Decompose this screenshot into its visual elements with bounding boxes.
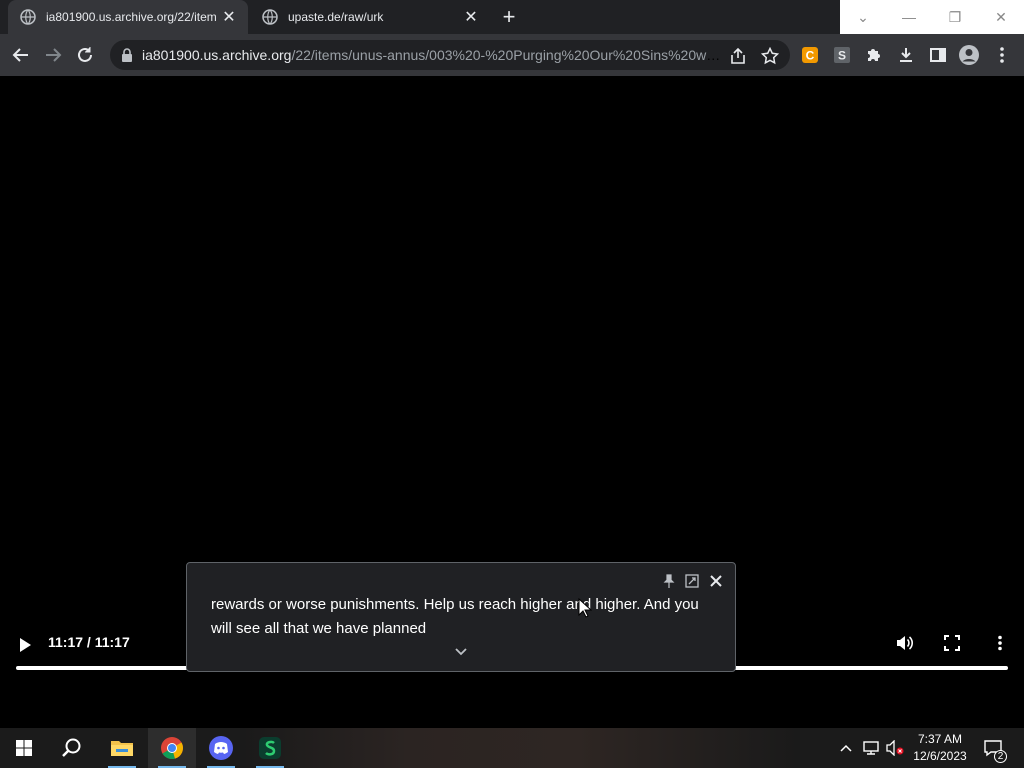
more-vert-icon	[998, 635, 1002, 651]
fullscreen-button[interactable]	[937, 628, 967, 658]
tab-upaste[interactable]: upaste.de/raw/urk ✕	[250, 0, 490, 34]
globe-icon	[262, 9, 278, 25]
expand-icon[interactable]	[684, 573, 700, 589]
profile-avatar[interactable]	[958, 44, 980, 66]
chrome-icon	[161, 737, 183, 760]
chrome-taskbar-button[interactable]	[148, 728, 196, 768]
window-controls: ⌄ — ❐ ✕	[840, 0, 1024, 34]
address-bar[interactable]: ia801900.us.archive.org/22/items/unus-an…	[110, 40, 790, 70]
bookmark-star-icon[interactable]	[761, 47, 779, 65]
url-path: /22/items/unus-annus/003%20-%20Purging%2…	[291, 47, 722, 63]
close-icon[interactable]: ✕	[460, 6, 482, 28]
search-icon	[62, 738, 81, 757]
puzzle-icon[interactable]	[863, 44, 885, 66]
tab-strip: ia801900.us.archive.org/22/item ✕ upaste…	[0, 0, 1024, 34]
notification-center-button[interactable]: 2	[980, 728, 1007, 768]
time-display: 11:17 / 11:17	[48, 634, 130, 650]
side-panel-icon[interactable]	[927, 44, 949, 66]
video-options-button[interactable]	[985, 628, 1015, 658]
system-clock[interactable]: 7:37 AM 12/6/2023	[906, 731, 974, 765]
url-host: ia801900.us.archive.org	[142, 47, 292, 63]
back-arrow-icon	[12, 48, 28, 62]
chevron-down-icon[interactable]	[453, 645, 469, 659]
globe-icon	[20, 9, 36, 25]
mouse-cursor-icon	[578, 597, 593, 618]
share-icon[interactable]	[729, 47, 747, 65]
wallpaper-strip	[240, 728, 800, 768]
reload-button[interactable]	[70, 40, 100, 70]
download-icon[interactable]	[895, 44, 917, 66]
windows-logo-icon	[16, 740, 32, 756]
forward-arrow-icon	[46, 48, 62, 62]
tab-archive[interactable]: ia801900.us.archive.org/22/item ✕	[8, 0, 248, 34]
tab-title: upaste.de/raw/urk	[288, 10, 384, 24]
folder-icon	[111, 741, 133, 756]
reload-icon	[78, 47, 92, 62]
volume-muted-icon[interactable]	[884, 728, 906, 768]
back-button[interactable]	[6, 40, 36, 70]
volume-icon	[897, 636, 913, 650]
svg-text:S: S	[838, 49, 846, 63]
network-icon[interactable]	[860, 728, 882, 768]
new-tab-button[interactable]: +	[498, 4, 520, 29]
url-text: ia801900.us.archive.org/22/items/unus-an…	[142, 47, 722, 63]
chevron-up-icon	[840, 744, 852, 752]
kebab-menu-icon[interactable]	[991, 44, 1013, 66]
app-taskbar-button[interactable]	[246, 728, 294, 768]
close-icon[interactable]	[708, 573, 724, 589]
clock-time: 7:37 AM	[917, 732, 963, 746]
volume-button[interactable]	[889, 628, 919, 658]
close-icon[interactable]: ✕	[218, 6, 240, 28]
forward-button[interactable]	[38, 40, 68, 70]
minimize-button[interactable]: —	[886, 0, 932, 34]
pin-icon[interactable]	[661, 573, 677, 589]
discord-icon	[209, 736, 233, 760]
discord-taskbar-button[interactable]	[197, 728, 245, 768]
windows-taskbar: 7:37 AM 12/6/2023 2	[0, 728, 1024, 768]
coupon-extension-icon[interactable]: C	[799, 44, 821, 66]
window-close-button[interactable]: ✕	[978, 0, 1024, 34]
green-s-app-icon	[259, 737, 281, 759]
lock-icon[interactable]	[120, 48, 134, 62]
fullscreen-icon	[944, 635, 960, 651]
notification-count: 2	[994, 750, 1007, 763]
svg-text:C: C	[806, 49, 815, 63]
clock-date: 12/6/2023	[913, 749, 967, 763]
file-explorer-button[interactable]	[98, 728, 146, 768]
start-button[interactable]	[0, 728, 48, 768]
s-extension-icon[interactable]: S	[831, 44, 853, 66]
play-button[interactable]	[10, 630, 40, 660]
search-button[interactable]	[48, 728, 96, 768]
play-icon	[20, 638, 31, 652]
tab-title: ia801900.us.archive.org/22/item	[46, 10, 217, 24]
live-caption-box[interactable]: rewards or worse punishments. Help us re…	[186, 562, 736, 672]
caption-text: rewards or worse punishments. Help us re…	[211, 596, 699, 637]
restore-button[interactable]: ❐	[932, 0, 978, 34]
show-hidden-icons-button[interactable]	[836, 728, 856, 768]
tab-search-icon[interactable]: ⌄	[840, 0, 886, 34]
